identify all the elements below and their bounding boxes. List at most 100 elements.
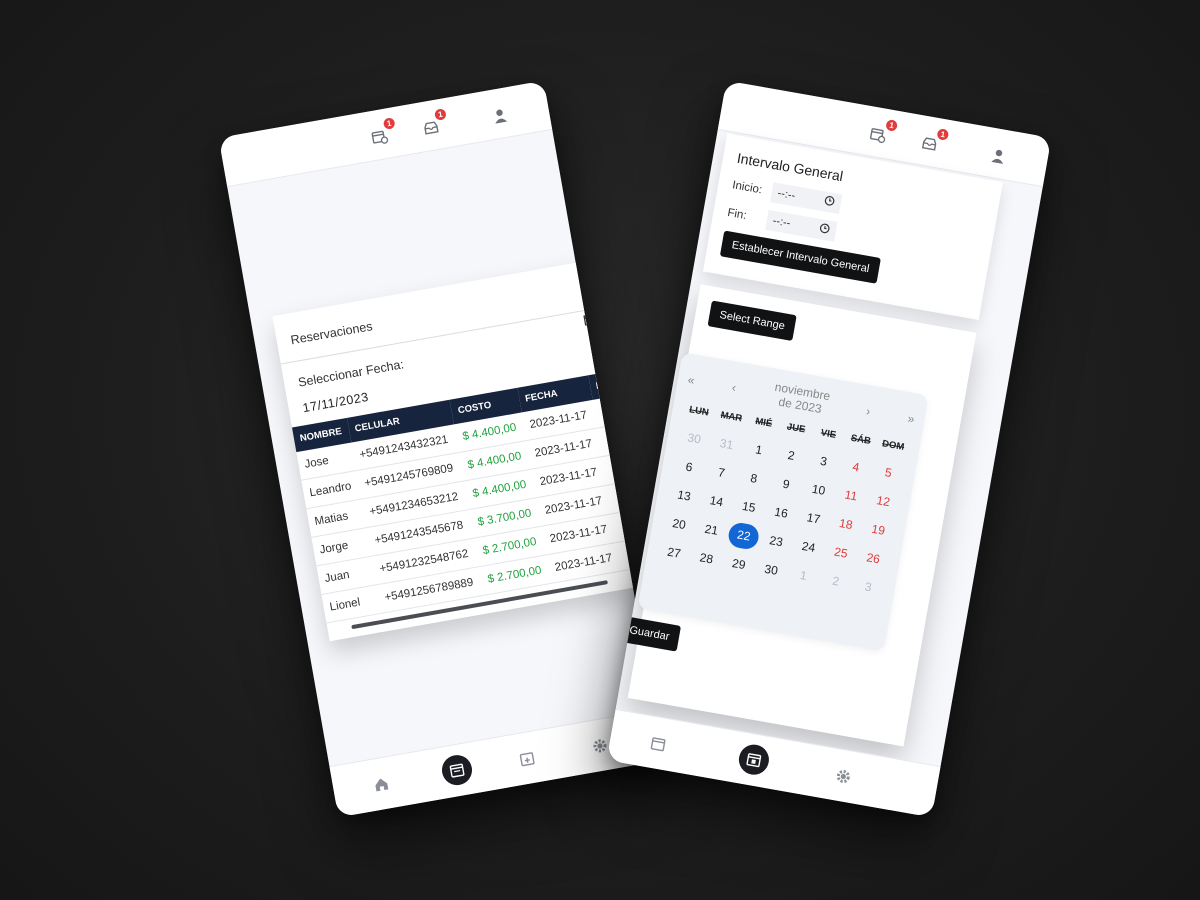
calendar-day[interactable]: 9 — [768, 469, 805, 499]
calendar-day[interactable]: 1 — [741, 435, 778, 465]
calendar-day[interactable]: 14 — [698, 486, 735, 516]
start-time-input[interactable]: --:-- — [769, 182, 843, 215]
calendar-day-number: 10 — [810, 481, 827, 498]
calendar-settings-icon[interactable]: 1 — [367, 116, 397, 149]
calendar-day-number: 17 — [805, 509, 822, 527]
calendar-day-number: 3 — [819, 453, 829, 469]
calendar-day[interactable]: 1 — [785, 560, 822, 590]
user-icon[interactable] — [487, 103, 512, 128]
calendar-day-selected[interactable]: 22 — [725, 520, 762, 551]
calendar-day[interactable]: 4 — [838, 452, 875, 482]
calendar-day-number: 29 — [731, 555, 747, 572]
weekday-label: LUN — [688, 403, 710, 419]
next-year-button[interactable]: » — [907, 411, 916, 426]
calendar-day[interactable]: 8 — [736, 463, 773, 493]
end-time-input[interactable]: --:-- — [765, 209, 838, 242]
home-icon[interactable] — [367, 771, 395, 799]
calendar-day[interactable]: 25 — [823, 538, 860, 568]
calendar-day[interactable]: 2 — [773, 440, 810, 470]
calendar-day-number: 25 — [833, 544, 849, 561]
calendar-day-number: 4 — [851, 459, 861, 475]
calendar-day-number: 1 — [754, 441, 764, 457]
inbox-icon[interactable]: 1 — [418, 106, 448, 140]
gear-icon[interactable] — [829, 763, 857, 791]
prev-month-button[interactable]: ‹ — [731, 380, 737, 394]
calendar-day-number: 30 — [763, 561, 780, 578]
calendar-day-number: 2 — [786, 447, 796, 463]
calendar-day-number: 2 — [831, 573, 841, 589]
cell-extra — [607, 481, 632, 514]
calendar-day[interactable]: 17 — [795, 503, 832, 533]
weekday-label: JUE — [786, 421, 807, 436]
cell-extra — [612, 510, 637, 543]
calendar-day-number: 28 — [698, 549, 715, 567]
calendar-icon[interactable] — [583, 311, 598, 331]
weekday-label: DOM — [881, 437, 906, 453]
calendar-day[interactable]: 21 — [693, 515, 730, 545]
calendar-day-number: 3 — [863, 579, 873, 594]
calendar-day[interactable]: 29 — [720, 549, 757, 579]
calendar-day[interactable]: 3 — [850, 572, 887, 602]
calendar-day-number: 8 — [749, 470, 759, 486]
calendar-day-number: 6 — [684, 459, 694, 475]
start-label: Inicio: — [731, 179, 763, 197]
calendar-day-number: 21 — [703, 521, 720, 538]
range-card: Select Range « ‹ noviembre de 2023 › » L… — [617, 284, 977, 747]
phone-settings: 1 1 Intervalo General Inicio: --:-- Fin:… — [606, 80, 1052, 818]
inbox-icon[interactable]: 1 — [917, 126, 951, 156]
calendar-day[interactable]: 7 — [703, 458, 740, 488]
calendar-day[interactable]: 30 — [676, 423, 713, 453]
select-range-button[interactable]: Select Range — [707, 300, 797, 341]
calendar-day[interactable]: 13 — [666, 480, 703, 510]
calendar-day-number: 15 — [741, 498, 757, 515]
next-month-button[interactable]: › — [865, 404, 871, 418]
calendar-day-number: 14 — [708, 492, 725, 509]
calendar-day[interactable]: 2 — [817, 566, 854, 596]
weekday-label: MIÉ — [754, 415, 774, 430]
calendar-day-number: 16 — [773, 504, 790, 521]
calendar-day[interactable]: 26 — [855, 543, 892, 573]
cell-extra — [592, 396, 617, 429]
calendar-day[interactable]: 15 — [730, 492, 767, 522]
calendar-day-number: 27 — [666, 544, 682, 561]
calendar-settings-icon[interactable]: 1 — [866, 117, 900, 147]
prev-year-button[interactable]: « — [687, 372, 696, 387]
calendar-day-number: 18 — [838, 515, 854, 532]
calendar-day-number: 24 — [800, 538, 817, 555]
calendar-day[interactable]: 18 — [828, 509, 865, 539]
weekday-label: SÁB — [850, 432, 872, 447]
range-calendar: « ‹ noviembre de 2023 › » LUN MAR MIÉ JU… — [637, 352, 929, 652]
calendar-day-number: 5 — [883, 464, 893, 480]
start-time-value: --:-- — [776, 187, 797, 203]
calendar-day[interactable]: 16 — [763, 498, 800, 528]
clock-icon[interactable] — [823, 194, 836, 210]
calendar-day[interactable]: 27 — [656, 538, 693, 568]
calendar-day[interactable]: 5 — [870, 458, 907, 488]
calendar-day-number: 26 — [865, 549, 882, 566]
calendar-day[interactable]: 28 — [688, 543, 725, 573]
clock-icon[interactable] — [818, 222, 831, 238]
end-label: Fin: — [726, 206, 748, 223]
calendar-day[interactable]: 11 — [833, 480, 870, 510]
calendar-day[interactable]: 6 — [671, 452, 708, 482]
calendar-day[interactable]: 23 — [758, 526, 795, 556]
calendar-day[interactable]: 12 — [865, 486, 902, 516]
calendar-day[interactable]: 31 — [708, 429, 745, 459]
calendar-day[interactable]: 20 — [661, 509, 698, 539]
calendar-day[interactable]: 10 — [800, 475, 837, 505]
reservations-card: Reservaciones Seleccionar Fecha: 17/11/2… — [272, 258, 655, 642]
top-bar: 1 1 — [218, 80, 553, 188]
calendar-day[interactable]: 24 — [790, 532, 827, 562]
reservations-icon[interactable] — [439, 752, 475, 788]
calendar-day[interactable]: 19 — [860, 515, 897, 545]
calendar-day-number: 23 — [768, 532, 785, 549]
calendar-day[interactable]: 30 — [753, 555, 790, 585]
calendar-add-icon[interactable] — [644, 730, 672, 758]
user-icon[interactable] — [986, 143, 1011, 168]
calendar-month-label[interactable]: noviembre de 2023 — [771, 380, 832, 418]
reservations-icon[interactable] — [736, 742, 772, 778]
calendar-day[interactable]: 3 — [805, 446, 842, 476]
column-header[interactable]: H — [588, 371, 612, 400]
calendar-add-icon[interactable] — [513, 745, 541, 773]
end-time-value: --:-- — [771, 214, 792, 230]
